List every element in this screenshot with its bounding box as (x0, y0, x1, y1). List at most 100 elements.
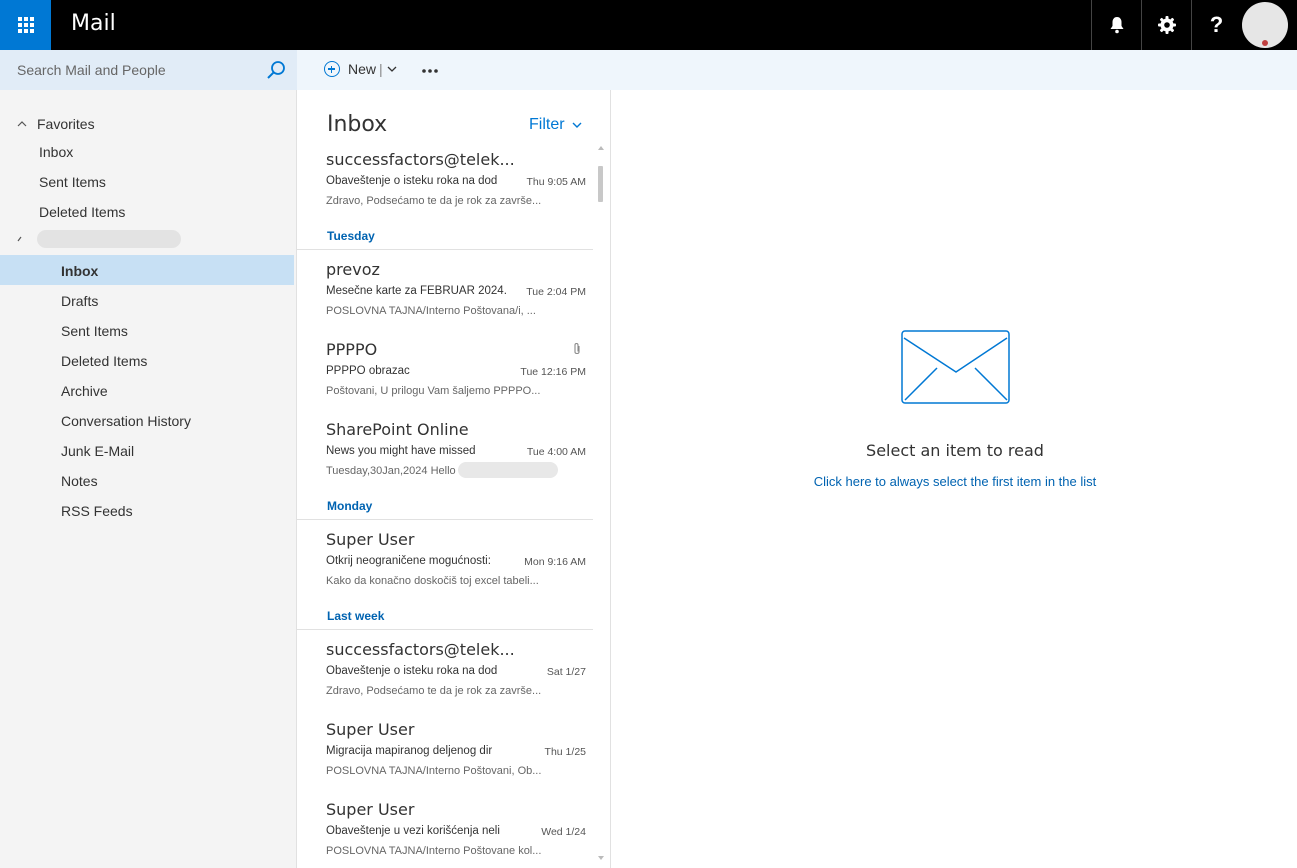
message-item[interactable]: Super User Obaveštenje u vezi korišćenja… (326, 800, 586, 868)
message-item[interactable]: Super User Otkrij neograničene mogućnost… (326, 530, 586, 610)
folder-item-conversation-history[interactable]: Conversation History (61, 413, 191, 429)
group-header-last-week: Last week (327, 609, 385, 623)
message-preview: POSLOVNA TAJNA/Interno Poštovani, Ob... (326, 765, 542, 777)
filter-button[interactable]: Filter (529, 116, 582, 134)
message-preview: POSLOVNA TAJNA/Interno Poštovana/i, ... (326, 305, 536, 317)
group-divider (297, 249, 593, 250)
empty-state-title: Select an item to read (866, 441, 1044, 460)
scroll-up-arrow-icon[interactable] (598, 146, 604, 150)
message-time: Wed 1/24 (541, 826, 586, 838)
chevron-down-icon[interactable] (387, 66, 397, 72)
message-list-scrollbar[interactable] (598, 146, 604, 868)
folder-item-junk-email[interactable]: Junk E-Mail (61, 443, 134, 459)
settings-button[interactable] (1141, 0, 1191, 50)
message-subject: Obaveštenje u vezi korišćenja neli (326, 825, 500, 837)
folder-item-rss-feeds[interactable]: RSS Feeds (61, 503, 133, 519)
account-name-redacted (37, 230, 181, 248)
list-title: Inbox (327, 112, 388, 137)
message-subject: Migracija mapiranog deljenog dir (326, 745, 493, 757)
paperclip-icon (574, 342, 580, 355)
favorites-item-sent-items[interactable]: Sent Items (39, 174, 106, 190)
plus-circle-icon (324, 61, 340, 77)
message-item[interactable]: successfactors@telek... Obaveštenje o is… (326, 640, 586, 720)
chevron-up-icon (17, 119, 27, 130)
message-time: Tue 12:16 PM (520, 366, 586, 378)
group-divider (297, 519, 593, 520)
message-subject: PPPPO obrazac (326, 365, 410, 377)
message-time: Tue 4:00 AM (526, 446, 586, 458)
favorites-label: Favorites (37, 116, 95, 132)
folder-item-notes[interactable]: Notes (61, 473, 98, 489)
chevron-down-icon (572, 122, 582, 128)
message-subject: News you might have missed (326, 445, 476, 457)
message-item[interactable]: successfactors@telek... Obaveštenje o is… (326, 150, 586, 230)
folder-pane: Favorites Inbox Sent Items Deleted Items… (0, 50, 297, 868)
favorites-item-inbox[interactable]: Inbox (39, 144, 73, 160)
filter-label: Filter (529, 116, 565, 133)
message-subject: Obaveštenje o isteku roka na dod (326, 175, 498, 187)
message-subject: Mesečne karte za FEBRUAR 2024. (326, 285, 507, 297)
always-select-first-link[interactable]: Click here to always select the first it… (611, 474, 1297, 489)
bell-icon (1110, 17, 1123, 34)
gear-icon (1157, 16, 1176, 34)
app-launcher-button[interactable] (0, 0, 51, 50)
favorites-item-deleted-items[interactable]: Deleted Items (39, 204, 125, 220)
message-preview: Kako da konačno doskočiš toj excel tabel… (326, 575, 539, 587)
envelope-icon (901, 330, 1010, 404)
chevron-up-icon (17, 234, 25, 245)
folder-item-inbox[interactable]: Inbox (61, 263, 98, 279)
message-item[interactable]: SharePoint Online News you might have mi… (326, 420, 586, 500)
search-icon[interactable] (266, 60, 286, 80)
reading-pane: Select an item to read Click here to alw… (611, 90, 1297, 868)
message-sender: PPPPO (326, 340, 378, 359)
ellipsis-icon (422, 69, 438, 73)
folder-item-drafts[interactable]: Drafts (61, 293, 98, 309)
message-subject: Obaveštenje o isteku roka na dod (326, 665, 498, 677)
question-mark-icon: ? (1209, 12, 1224, 37)
waffle-icon (17, 17, 34, 33)
message-time: Sat 1/27 (546, 666, 586, 678)
message-sender: SharePoint Online (326, 420, 469, 439)
scroll-thumb[interactable] (598, 166, 603, 202)
message-time: Tue 2:04 PM (526, 286, 586, 298)
message-preview: POSLOVNA TAJNA/Interno Poštovane kol... (326, 845, 542, 857)
new-message-button[interactable]: New | (324, 61, 397, 77)
presence-dot (1262, 40, 1268, 46)
message-time: Thu 1/25 (544, 746, 586, 758)
message-sender: prevoz (326, 260, 380, 279)
redacted-text (458, 462, 558, 478)
account-header[interactable] (17, 230, 181, 248)
command-bar: New | (297, 50, 1297, 90)
more-options-button[interactable] (421, 60, 439, 76)
message-list: Inbox Filter successfactors@telek... Oba… (297, 90, 611, 868)
search-box (0, 50, 297, 90)
message-time: Thu 9:05 AM (526, 176, 586, 188)
folder-item-archive[interactable]: Archive (61, 383, 108, 399)
message-item[interactable]: PPPPO PPPPO obrazac Tue 12:16 PM Poštova… (326, 340, 586, 420)
group-header-monday: Monday (327, 499, 373, 513)
folder-item-sent-items[interactable]: Sent Items (61, 323, 128, 339)
group-divider (297, 629, 593, 630)
favorites-header[interactable]: Favorites (17, 116, 95, 132)
message-preview: Poštovani, U prilogu Vam šaljemo PPPPO..… (326, 385, 541, 397)
message-sender: Super User (326, 800, 415, 819)
message-item[interactable]: Super User Migracija mapiranog deljenog … (326, 720, 586, 800)
new-label: New (348, 61, 377, 77)
search-input[interactable] (0, 50, 260, 90)
notifications-button[interactable] (1091, 0, 1141, 50)
message-sender: successfactors@telek... (326, 640, 515, 659)
message-time: Mon 9:16 AM (524, 556, 586, 568)
top-bar: Mail ? (0, 0, 1297, 50)
message-preview: Zdravo, Podsećamo te da je rok za završe… (326, 685, 542, 697)
scroll-down-arrow-icon[interactable] (598, 856, 604, 860)
message-sender: successfactors@telek... (326, 150, 515, 169)
folder-item-deleted-items[interactable]: Deleted Items (61, 353, 147, 369)
app-title: Mail (71, 11, 116, 36)
help-button[interactable]: ? (1191, 0, 1241, 50)
selected-folder-highlight (0, 255, 294, 285)
new-separator: | (379, 61, 383, 77)
message-sender: Super User (326, 530, 415, 549)
message-item[interactable]: prevoz Mesečne karte za FEBRUAR 2024. Tu… (326, 260, 586, 340)
message-subject: Otkrij neograničene mogućnosti: (326, 555, 491, 567)
group-header-tuesday: Tuesday (327, 229, 375, 243)
